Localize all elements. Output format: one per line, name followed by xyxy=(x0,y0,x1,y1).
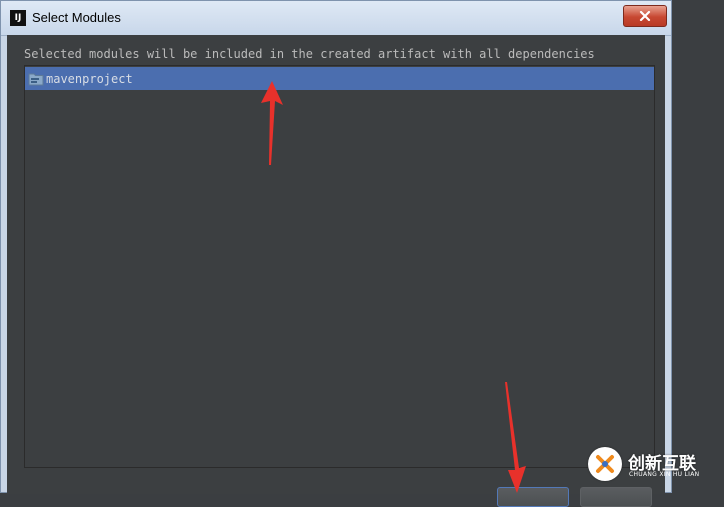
cancel-button[interactable] xyxy=(580,487,652,507)
annotation-arrow-list-icon xyxy=(261,81,283,165)
watermark-sub: CHUANG XIN HU LIAN xyxy=(629,471,700,478)
list-item-mavenproject[interactable]: mavenproject xyxy=(25,67,654,90)
dialog-title: Select Modules xyxy=(32,10,121,25)
intellij-icon: IJ xyxy=(10,10,26,26)
watermark: 创新互联 CHUANG XIN HU LIAN xyxy=(588,445,720,485)
module-label: mavenproject xyxy=(46,71,133,86)
module-folder-icon xyxy=(28,73,44,85)
title-bar[interactable]: IJ Select Modules xyxy=(1,1,671,36)
brand-logo-icon xyxy=(588,447,622,481)
close-button[interactable] xyxy=(623,5,667,27)
description-text: Selected modules will be included in the… xyxy=(24,47,595,61)
module-list[interactable]: mavenproject xyxy=(24,65,655,468)
close-icon xyxy=(639,11,651,21)
dialog-content: Selected modules will be included in the… xyxy=(7,35,665,507)
select-modules-dialog: IJ Select Modules Selected modules will … xyxy=(0,0,672,507)
annotation-arrow-ok-icon xyxy=(505,382,526,493)
